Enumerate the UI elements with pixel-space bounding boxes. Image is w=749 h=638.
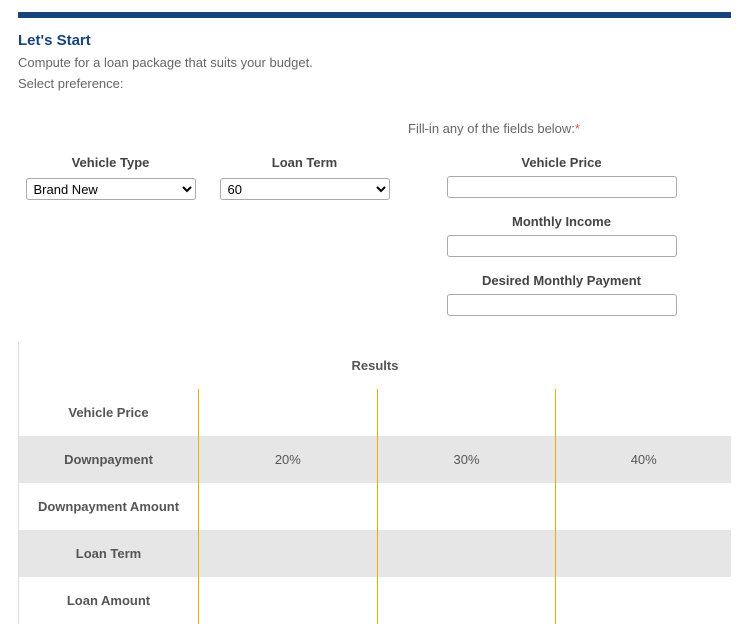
subtitle-line-1: Compute for a loan package that suits yo… [18,55,731,70]
results-header-row: Results [19,342,731,389]
vehicle-price-label: Vehicle Price [521,155,601,170]
left-selects: Vehicle Type Brand New Loan Term 60 [18,155,392,332]
row-label: Loan Term [19,530,199,577]
table-row: Downpayment Amount [19,483,731,530]
row-cell [556,483,731,530]
row-cell [556,530,731,577]
row-cell: 30% [378,436,557,483]
fill-in-instruction: Fill-in any of the fields below:* [408,121,580,136]
row-cell [199,577,378,624]
loan-term-select[interactable]: 60 [220,178,390,200]
loan-term-label: Loan Term [272,155,338,170]
table-row: Loan Term [19,530,731,577]
results-header: Results [19,342,731,389]
row-cell [378,577,557,624]
loan-term-group: Loan Term 60 [217,155,392,200]
vehicle-price-group: Vehicle Price [447,155,677,198]
results-table-wrap: Results Vehicle PriceDownpayment20%30%40… [18,342,731,624]
table-row: Downpayment20%30%40% [19,436,731,483]
row-cell [378,389,557,436]
vehicle-price-input[interactable] [447,176,677,198]
row-cell [199,530,378,577]
row-cell [556,389,731,436]
table-row: Vehicle Price [19,389,731,436]
form-area: Fill-in any of the fields below:* Vehicl… [18,97,731,332]
vehicle-type-select[interactable]: Brand New [26,178,196,200]
row-cell [556,577,731,624]
row-label: Vehicle Price [19,389,199,436]
row-cell: 20% [199,436,378,483]
row-label: Downpayment [19,436,199,483]
vehicle-type-label: Vehicle Type [72,155,150,170]
content-container: Let's Start Compute for a loan package t… [0,18,749,638]
row-cell [378,483,557,530]
results-table: Results Vehicle PriceDownpayment20%30%40… [19,342,731,624]
right-fields-stack: Vehicle Price Monthly Income Desired Mon… [392,155,731,332]
desired-monthly-label: Desired Monthly Payment [482,273,641,288]
desired-monthly-group: Desired Monthly Payment [447,273,677,316]
row-cell [378,530,557,577]
subtitle-line-2: Select preference: [18,76,731,91]
row-cell [199,483,378,530]
monthly-income-input[interactable] [447,235,677,257]
form-grid: Vehicle Type Brand New Loan Term 60 Vehi… [18,155,731,332]
row-label: Downpayment Amount [19,483,199,530]
desired-monthly-input[interactable] [447,294,677,316]
page-title: Let's Start [18,32,731,49]
monthly-income-group: Monthly Income [447,214,677,257]
vehicle-type-group: Vehicle Type Brand New [18,155,203,200]
fill-in-wrap: Fill-in any of the fields below:* [408,97,580,150]
row-cell [199,389,378,436]
row-cell: 40% [556,436,731,483]
required-asterisk: * [575,121,580,136]
table-row: Loan Amount [19,577,731,624]
fill-in-text: Fill-in any of the fields below: [408,121,575,136]
row-label: Loan Amount [19,577,199,624]
monthly-income-label: Monthly Income [512,214,611,229]
